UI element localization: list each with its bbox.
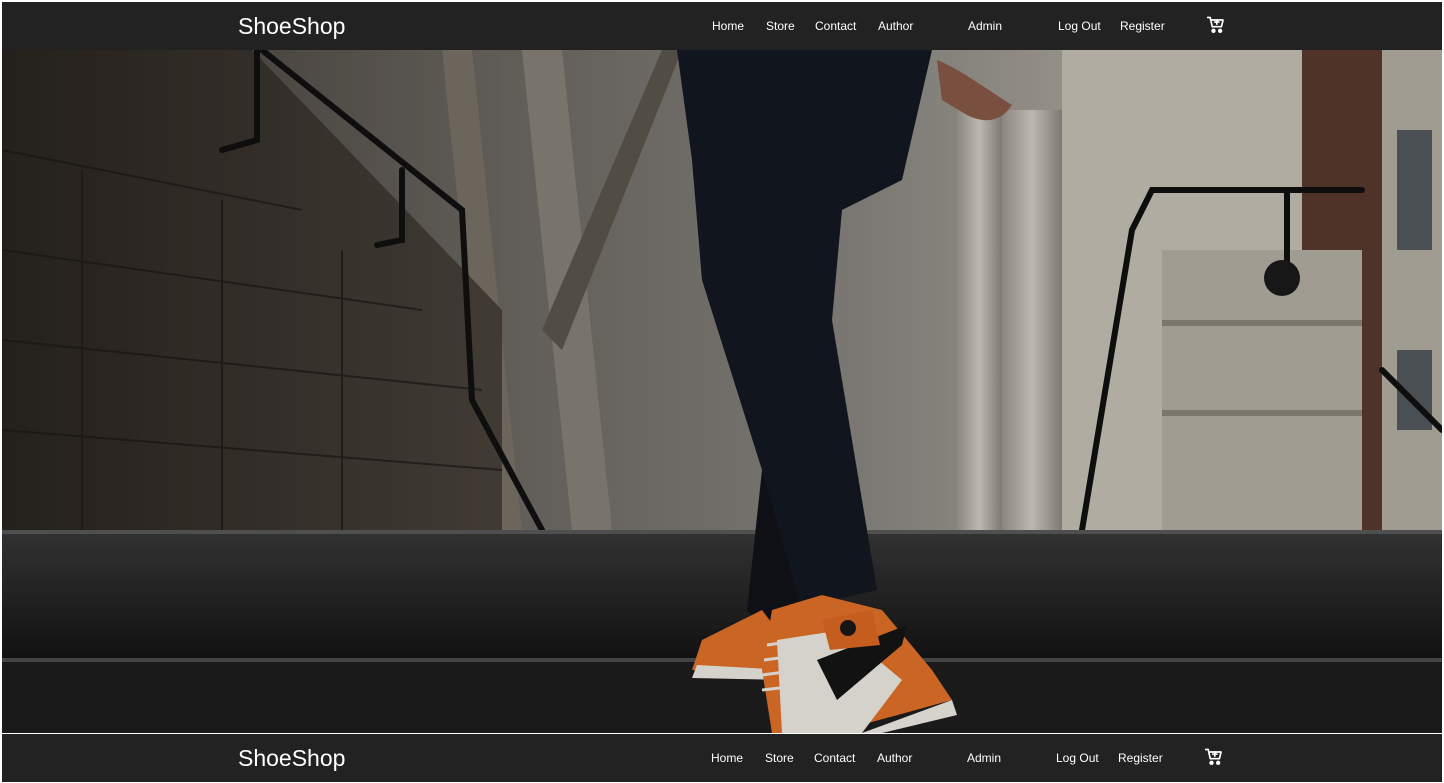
nav-author[interactable]: Author [878, 18, 913, 34]
nav-contact[interactable]: Contact [815, 18, 856, 34]
nav-logout[interactable]: Log Out [1056, 750, 1099, 766]
hero-photo-sneakers-on-stairs [2, 50, 1442, 733]
nav-admin[interactable]: Admin [967, 750, 1001, 766]
shopping-cart-icon[interactable] [1206, 15, 1226, 35]
nav-home[interactable]: Home [711, 750, 743, 766]
nav-logout[interactable]: Log Out [1058, 18, 1101, 34]
nav-admin[interactable]: Admin [968, 18, 1002, 34]
nav-contact[interactable]: Contact [814, 750, 855, 766]
nav-store[interactable]: Store [766, 18, 795, 34]
nav-store[interactable]: Store [765, 750, 794, 766]
top-navbar: ShoeShop Home Store Contact Author Admin… [2, 2, 1442, 50]
nav-author[interactable]: Author [877, 750, 912, 766]
shopping-cart-icon[interactable] [1204, 747, 1224, 767]
nav-register[interactable]: Register [1120, 18, 1165, 34]
bottom-navbar: ShoeShop Home Store Contact Author Admin… [2, 734, 1442, 782]
nav-register[interactable]: Register [1118, 750, 1163, 766]
nav-home[interactable]: Home [712, 18, 744, 34]
hero-image [2, 50, 1442, 733]
brand-logo[interactable]: ShoeShop [238, 744, 345, 772]
brand-logo[interactable]: ShoeShop [238, 12, 345, 40]
